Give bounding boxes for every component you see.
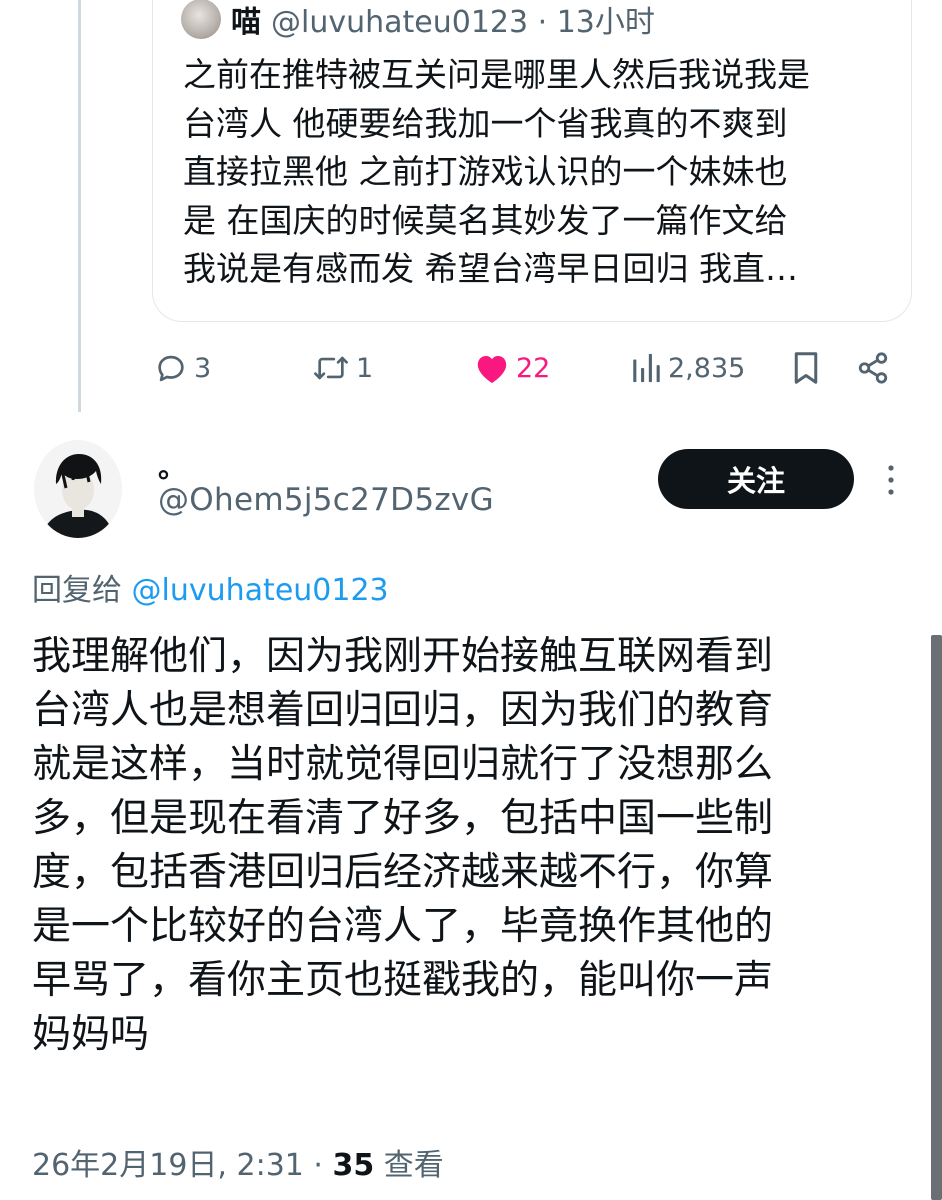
tweet-text-line: 妈妈吗 xyxy=(32,1012,150,1057)
heart-icon xyxy=(477,356,507,383)
reply-context: 回复给 @luvuhateu0123 xyxy=(32,565,389,609)
tweet-views-label: 查看 xyxy=(374,1148,444,1183)
tweet-text-line: 就是这样，当时就觉得回归就行了没想那么 xyxy=(32,742,774,787)
reply-icon xyxy=(158,355,184,382)
author-avatar-image xyxy=(34,440,122,538)
author-display-name[interactable]: 。 xyxy=(158,446,186,486)
tweet-text-line: 多，但是现在看清了好多，包括中国一些制 xyxy=(32,796,774,841)
view-count: 2,835 xyxy=(668,352,746,384)
repost-count: 1 xyxy=(356,352,374,384)
share-button[interactable] xyxy=(856,338,890,398)
thread-connector-line xyxy=(78,0,81,412)
reply-prefix: 回复给 xyxy=(32,573,132,608)
repost-icon xyxy=(314,356,348,380)
quoted-text-line: 直接拉黑他 之前打游戏认识的一个妹妹也 xyxy=(183,152,788,191)
reply-button[interactable]: 3 xyxy=(154,338,211,398)
follow-button[interactable]: 关注 xyxy=(658,449,854,509)
repost-button[interactable]: 1 xyxy=(312,338,373,398)
reply-mention-link[interactable]: @luvuhateu0123 xyxy=(132,573,389,608)
tweet-text: 我理解他们，因为我刚开始接触互联网看到 台湾人也是想着回归回归，因为我们的教育 … xyxy=(32,630,892,1062)
bookmark-icon xyxy=(794,352,818,384)
quoted-text-line: 台湾人 他硬要给我加一个省我真的不爽到 xyxy=(183,103,788,143)
quoted-text-line: 之前在推特被互关问是哪里人然后我说我是 xyxy=(183,55,810,94)
quoted-text-line: 我说是有感而发 希望台湾早日回归 我直… xyxy=(183,249,798,288)
scrollbar-thumb[interactable] xyxy=(931,635,942,1200)
analytics-icon xyxy=(633,353,660,383)
author-handle[interactable]: @Ohem5j5c27D5zvG xyxy=(158,482,494,518)
tweet-action-bar: 3 1 22 2,835 xyxy=(150,338,910,398)
tweet-text-line: 早骂了，看你主页也挺戳我的，能叫你一声 xyxy=(32,958,774,1003)
quoted-tweet-text: 之前在推特被互关问是哪里人然后我说我是 台湾人 他硬要给我加一个省我真的不爽到 … xyxy=(183,51,883,294)
quoted-tweet-header: 喵 @luvuhateu0123 · 13小时 xyxy=(181,0,655,41)
more-options-icon[interactable] xyxy=(879,460,903,500)
quoted-author-handle: @luvuhateu0123 · 13小时 xyxy=(271,5,655,40)
tweet-meta: 26年2月19日, 2:31 · 35 查看 xyxy=(32,1140,444,1184)
bookmark-button[interactable] xyxy=(790,338,822,398)
author-avatar[interactable] xyxy=(34,440,122,538)
tweet-timestamp[interactable]: 26年2月19日, 2:31 · xyxy=(32,1148,332,1183)
like-button[interactable]: 22 xyxy=(474,338,550,398)
views-button[interactable]: 2,835 xyxy=(630,338,745,398)
reply-count: 3 xyxy=(194,352,212,384)
like-count: 22 xyxy=(516,352,551,384)
quoted-author-avatar[interactable] xyxy=(181,0,221,39)
quoted-author-name[interactable]: 喵 xyxy=(231,0,261,41)
share-icon xyxy=(858,352,888,384)
tweet-text-line: 是一个比较好的台湾人了，毕竟换作其他的 xyxy=(32,904,774,949)
tweet-text-line: 度，包括香港回归后经济越来越不行，你算 xyxy=(32,850,774,895)
quoted-text-line: 是 在国庆的时候莫名其妙发了一篇作文给 xyxy=(183,200,788,240)
tweet-views-count: 35 xyxy=(332,1148,375,1183)
tweet-text-line: 我理解他们，因为我刚开始接触互联网看到 xyxy=(32,634,774,679)
quoted-tweet-card[interactable]: 喵 @luvuhateu0123 · 13小时 之前在推特被互关问是哪里人然后我… xyxy=(152,0,912,322)
tweet-text-line: 台湾人也是想着回归回归，因为我们的教育 xyxy=(32,688,774,733)
